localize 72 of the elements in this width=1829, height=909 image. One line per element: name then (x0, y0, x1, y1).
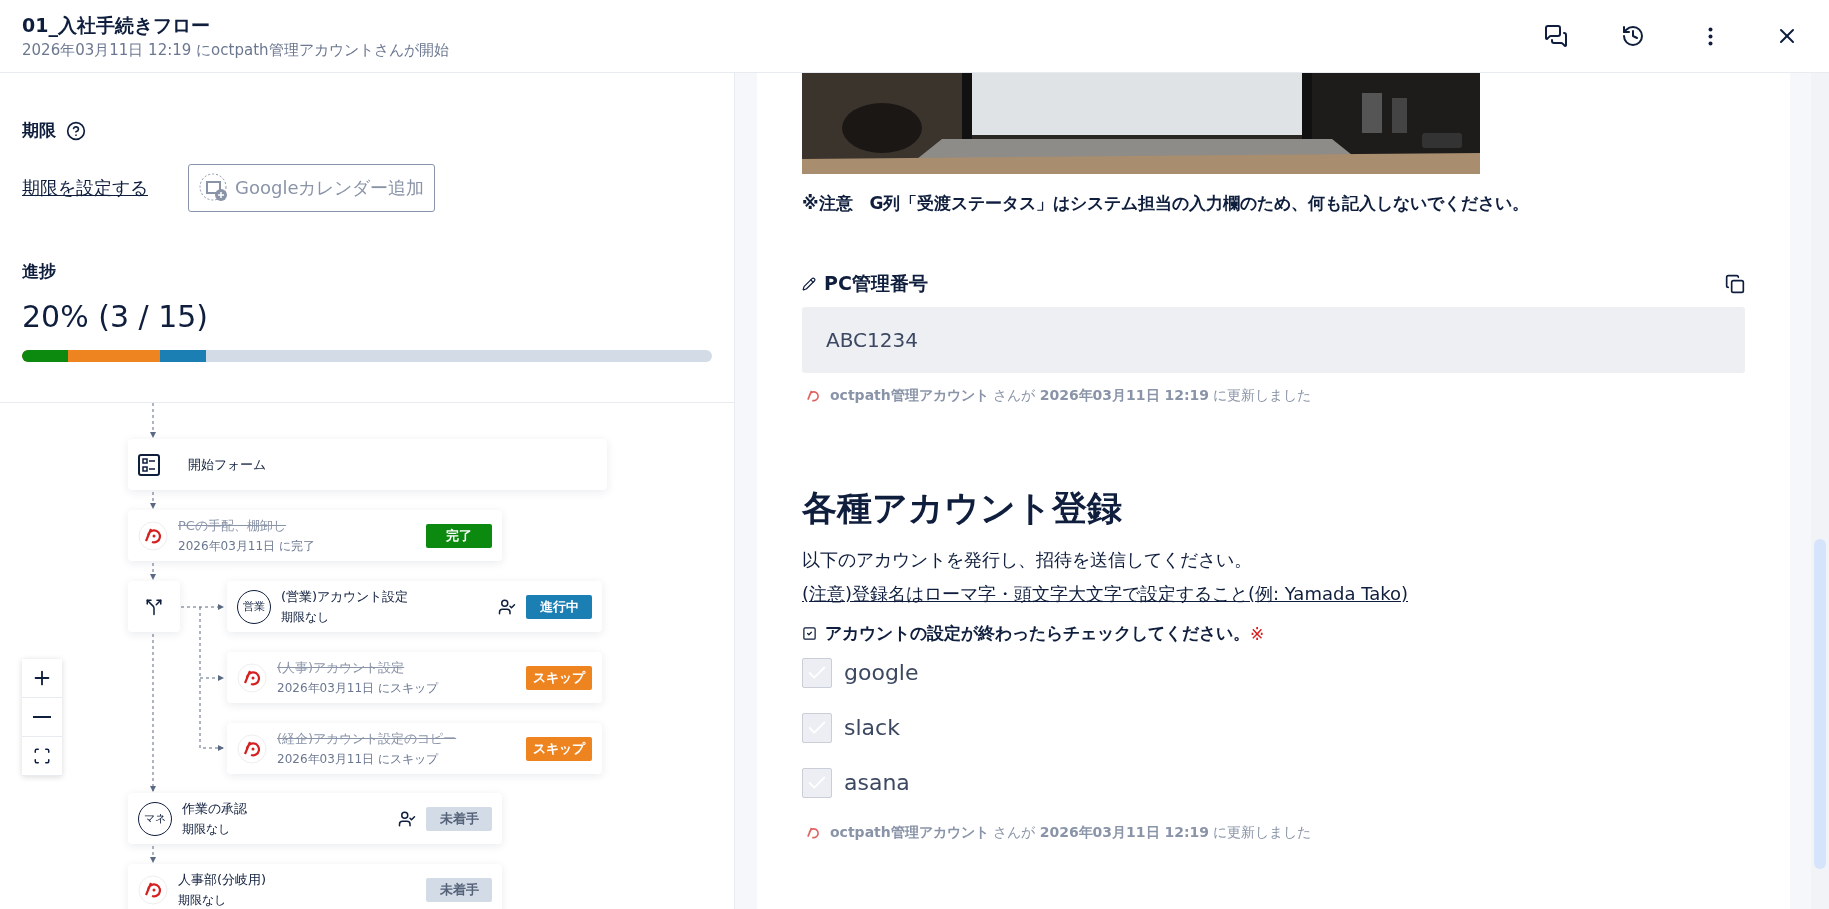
node-title: 人事部(分岐用) (178, 870, 268, 889)
section-text: 以下のアカウントを発行し、招待を送信してください。 (802, 548, 1253, 572)
checkbox-icon (802, 626, 817, 641)
notice-text: ※注意 G列「受渡ステータス」はシステム担当の入力欄のため、何も記入しないでください。 (802, 192, 1531, 215)
status-badge: スキップ (526, 665, 592, 690)
option-label: asana (844, 770, 910, 795)
scrollbar[interactable] (1811, 73, 1829, 909)
calendar-add-icon (199, 173, 229, 203)
node-title: PCの手配、棚卸し (178, 516, 287, 535)
help-icon[interactable] (66, 120, 86, 141)
connector-arrow (150, 403, 156, 438)
option-label: google (844, 660, 919, 685)
copy-icon[interactable] (1725, 274, 1745, 294)
flow-node[interactable]: (経企)アカウント設定のコピー 2026年03月11日 にスキップ スキップ (227, 723, 602, 774)
flow-node[interactable]: 開始フォーム (128, 439, 607, 490)
minus-icon (33, 716, 51, 718)
node-subtitle: 期限なし (178, 891, 227, 909)
connector-arrow (150, 491, 156, 509)
field-label: PC管理番号 (824, 271, 929, 296)
deadline-label: 期限 (22, 119, 56, 142)
window-subtitle: 2026年03月11日 12:19 にoctpath管理アカウントさんが開始 (22, 40, 450, 60)
form-icon (138, 453, 160, 476)
branch-icon (145, 597, 163, 616)
status-badge: 進行中 (526, 594, 592, 619)
status-badge: 未着手 (426, 877, 492, 902)
checkbox[interactable] (802, 657, 832, 688)
node-title: (経企)アカウント設定のコピー (277, 729, 458, 748)
window-title: 01_入社手続きフロー (22, 12, 211, 39)
node-title: 開始フォーム (188, 455, 266, 474)
flow-node[interactable]: 営業 (営業)アカウント設定 期限なし 進行中 (227, 581, 602, 632)
status-badge: 未着手 (426, 806, 492, 831)
node-title: (営業)アカウント設定 (281, 587, 410, 606)
zoom-in-button[interactable] (22, 659, 62, 698)
logo-icon (138, 520, 168, 551)
logo-icon (138, 874, 168, 905)
flow-node[interactable]: 人事部(分岐用) 期限なし 未着手 (128, 864, 502, 909)
zoom-out-button[interactable] (22, 698, 62, 737)
option-label: slack (844, 715, 900, 740)
updated-info: octpath管理アカウント さんが 2026年03月11日 12:19 に更新しました (830, 387, 1312, 405)
node-subtitle: 2026年03月11日 に完了 (178, 537, 316, 555)
node-title: (人事)アカウント設定 (277, 658, 406, 677)
required-mark: ※ (1250, 623, 1265, 644)
flow-node[interactable]: PCの手配、棚卸し 2026年03月11日 に完了 完了 (128, 510, 502, 561)
checkbox[interactable] (802, 767, 832, 798)
status-badge: 完了 (426, 523, 492, 548)
connector-arrow (150, 845, 156, 863)
progress-label: 進捗 (22, 260, 57, 283)
branch-node[interactable] (128, 581, 180, 632)
connector-arrow (150, 562, 156, 580)
flow-node[interactable]: (人事)アカウント設定 2026年03月11日 にスキップ スキップ (227, 652, 602, 703)
checkbox[interactable] (802, 712, 832, 743)
input-field[interactable]: ABC1234 (802, 307, 1745, 373)
set-deadline-link[interactable]: 期限を設定する (22, 176, 148, 200)
node-subtitle: 期限なし (281, 608, 330, 626)
section-heading: 各種アカウント登録 (802, 487, 1123, 530)
node-subtitle: 期限なし (182, 820, 231, 838)
node-subtitle: 2026年03月11日 にスキップ (277, 750, 440, 768)
edit-icon (802, 277, 816, 291)
updated-info: octpath管理アカウント さんが 2026年03月11日 12:19 に更新しました (830, 824, 1312, 842)
logo-icon (237, 733, 267, 764)
node-subtitle: 2026年03月11日 にスキップ (277, 679, 440, 697)
status-badge: スキップ (526, 736, 592, 761)
flow-node[interactable]: マネ 作業の承認 期限なし 未着手 (128, 793, 502, 844)
progress-value: 20% (3 / 15) (22, 299, 210, 334)
node-title: 作業の承認 (182, 799, 248, 818)
history-icon (1621, 24, 1645, 48)
note-link[interactable]: (注意)登録名はローマ字・頭文字大文字で設定すること(例: Yamada Tako) (802, 583, 1408, 604)
comments-icon (1544, 24, 1568, 48)
fit-view-icon (33, 747, 51, 765)
check-question: アカウントの設定が終わったらチェックしてください。 (825, 622, 1250, 645)
more-icon (1707, 26, 1713, 46)
logo-icon (237, 662, 267, 693)
